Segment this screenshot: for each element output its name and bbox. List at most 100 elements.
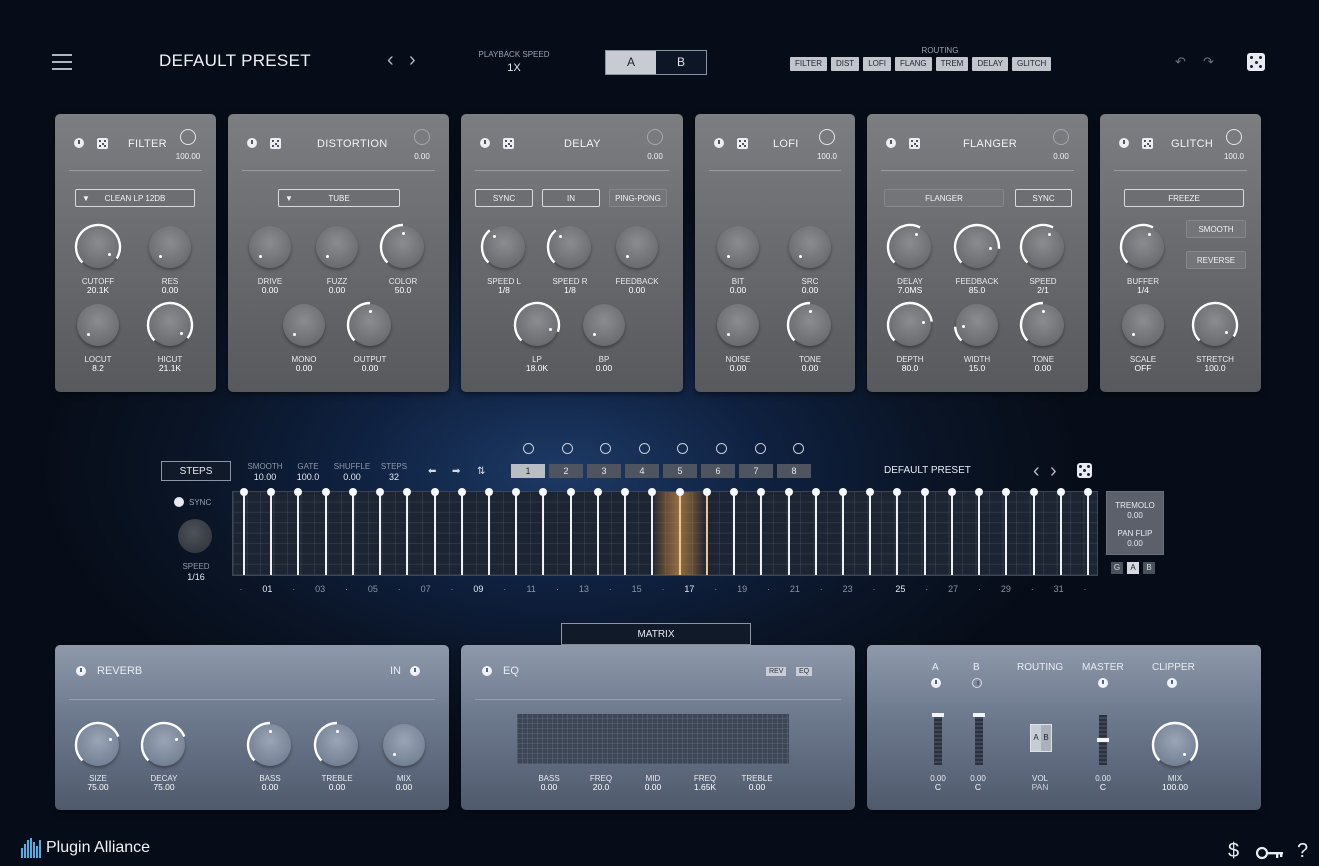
step-bar[interactable] [702, 488, 711, 575]
distortion-mode-dropdown[interactable]: ▼ TUBE [278, 189, 400, 207]
glitch-mix-knob[interactable] [1226, 129, 1242, 145]
eq-tag[interactable]: EQ [796, 667, 813, 676]
tone-knob[interactable] [786, 301, 831, 346]
noise-knob[interactable] [717, 304, 759, 346]
help-icon[interactable]: ? [1297, 840, 1308, 863]
buffer-knob[interactable] [1119, 223, 1164, 268]
step-handle[interactable] [403, 488, 412, 496]
stretch-knob[interactable] [1191, 301, 1239, 346]
flanger-mode-button[interactable]: FLANGER [884, 189, 1004, 207]
b-button[interactable]: B [656, 51, 706, 74]
decay-knob[interactable] [140, 721, 186, 766]
routing-trem[interactable]: TREM [935, 57, 969, 71]
step-handle[interactable] [920, 488, 929, 496]
pattern-5[interactable]: 5 [663, 464, 697, 478]
drive-knob[interactable] [249, 226, 291, 268]
distortion-dice-icon[interactable] [270, 138, 281, 149]
reverse-button[interactable]: REVERSE [1186, 251, 1246, 269]
step-bar[interactable] [730, 488, 739, 575]
step-handle[interactable] [702, 488, 711, 496]
filter-mix-knob[interactable] [180, 129, 196, 145]
lofi-mix-knob[interactable] [819, 129, 835, 145]
step-handle[interactable] [485, 488, 494, 496]
step-bar[interactable] [838, 488, 847, 575]
mono-knob[interactable] [283, 304, 325, 346]
fader-a-track[interactable] [934, 715, 942, 765]
flanger-width-knob[interactable] [953, 304, 998, 346]
prev-preset-arrow[interactable]: ‹ [387, 50, 394, 70]
pattern-dot[interactable] [523, 443, 534, 454]
undo-icon[interactable]: ↶ [1175, 54, 1186, 70]
redo-icon[interactable]: ↷ [1203, 54, 1214, 70]
shift-left-icon[interactable]: ⬅ [428, 466, 436, 477]
eq-treble[interactable]: TREBLE 0.00 [727, 774, 787, 792]
pattern-dot[interactable] [715, 443, 727, 454]
step-handle[interactable] [539, 488, 548, 496]
clipper-power-icon[interactable] [1167, 678, 1177, 688]
step-bar[interactable] [240, 488, 248, 575]
step-bar[interactable] [675, 488, 684, 575]
glitch-power-icon[interactable] [1119, 138, 1129, 148]
bp-knob[interactable] [583, 304, 625, 346]
eq-freq-low[interactable]: FREQ 20.0 [571, 774, 631, 792]
pattern-2[interactable]: 2 [549, 464, 583, 478]
eq-mid[interactable]: MID 0.00 [623, 774, 683, 792]
fuzz-knob[interactable] [316, 226, 358, 268]
steps-button[interactable]: STEPS [161, 461, 231, 481]
master-fader-cap[interactable] [1097, 738, 1109, 742]
step-bar[interactable] [920, 488, 929, 575]
step-handle[interactable] [593, 488, 602, 496]
flanger-feedback-knob[interactable] [953, 223, 1001, 268]
ping-pong-button[interactable]: PING-PONG [609, 189, 667, 207]
size-knob[interactable] [74, 721, 120, 766]
eq-bass[interactable]: BASS 0.00 [519, 774, 579, 792]
step-bar[interactable] [1056, 488, 1065, 575]
step-handle[interactable] [566, 488, 575, 496]
step-handle[interactable] [730, 488, 739, 496]
step-handle[interactable] [757, 488, 766, 496]
plugin-alliance-logo[interactable]: Plugin Alliance [21, 838, 150, 858]
seq-speed-knob[interactable] [178, 519, 212, 553]
routing-lofi[interactable]: LOFI [863, 57, 891, 71]
invert-icon[interactable]: ⇅ [477, 466, 485, 477]
step-bar[interactable] [947, 488, 956, 575]
step-bar[interactable] [866, 488, 875, 575]
step-bar[interactable] [457, 488, 466, 575]
pattern-6[interactable]: 6 [701, 464, 735, 478]
ab-routing-block[interactable]: A B [1030, 724, 1052, 752]
speed-r-knob[interactable] [546, 226, 591, 268]
next-preset-arrow[interactable]: › [409, 50, 416, 70]
fader-b-cap[interactable] [973, 713, 985, 717]
pattern-dot[interactable] [638, 443, 650, 454]
preset-name[interactable]: DEFAULT PRESET [159, 51, 311, 71]
matrix-button[interactable]: MATRIX [561, 623, 751, 645]
glitch-dice-icon[interactable] [1142, 138, 1153, 149]
b-mod-button[interactable]: B [1143, 562, 1155, 574]
step-bar[interactable] [893, 488, 902, 575]
filter-mode-dropdown[interactable]: ▼ CLEAN LP 12DB [75, 189, 195, 207]
step-handle[interactable] [321, 488, 330, 496]
menu-icon[interactable] [52, 54, 72, 70]
tremolo-box[interactable]: TREMOLO 0.00 PAN FLIP 0.00 [1106, 491, 1164, 555]
speed-l-knob[interactable] [480, 226, 525, 268]
step-bar[interactable] [348, 488, 357, 575]
step-bar[interactable] [539, 488, 548, 575]
randomize-dice-icon[interactable] [1247, 53, 1265, 71]
step-bar[interactable] [1029, 488, 1038, 575]
flanger-speed-knob[interactable] [1019, 223, 1064, 268]
step-handle[interactable] [240, 488, 248, 496]
step-bar[interactable] [811, 488, 820, 575]
cutoff-knob[interactable] [74, 223, 122, 268]
flanger-delay-knob[interactable] [886, 223, 931, 268]
a-mod-button[interactable]: A [1127, 562, 1139, 574]
g-button[interactable]: G [1111, 562, 1123, 574]
src-knob[interactable] [789, 226, 831, 268]
eq-display[interactable] [517, 714, 789, 764]
flanger-dice-icon[interactable] [909, 138, 920, 149]
delay-mix-knob[interactable] [647, 129, 663, 145]
fader-a-cap[interactable] [932, 713, 944, 717]
feedback-knob[interactable] [616, 226, 658, 268]
delay-dice-icon[interactable] [503, 138, 514, 149]
step-handle[interactable] [1084, 488, 1092, 496]
step-grid[interactable] [232, 488, 1098, 576]
